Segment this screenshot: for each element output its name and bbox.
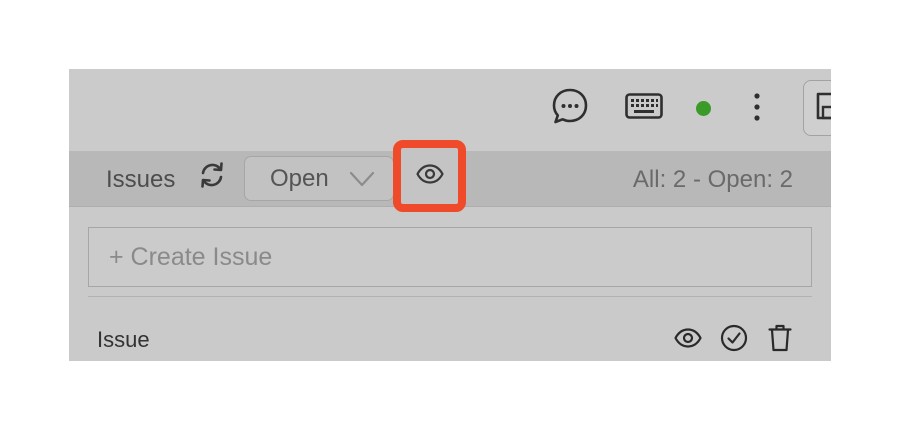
chat-button[interactable] [550, 88, 590, 128]
top-toolbar [69, 69, 831, 151]
save-icon [816, 92, 831, 125]
divider [88, 296, 812, 297]
connection-status-dot [696, 101, 711, 116]
eye-icon [415, 163, 444, 189]
issue-row[interactable]: Issue [69, 315, 831, 361]
keyboard-shortcuts-button[interactable] [624, 90, 664, 126]
chevron-down-icon [349, 171, 375, 192]
issue-counts: All: 2 - Open: 2 [632, 166, 793, 193]
issues-header-bar: Issues Open All: 2 - Open: 2 [69, 140, 831, 212]
more-vertical-icon [754, 92, 760, 126]
refresh-icon [198, 161, 226, 194]
issue-delete-button[interactable] [765, 324, 795, 357]
issue-watch-button[interactable] [673, 325, 703, 355]
issue-title: Issue [97, 327, 150, 352]
status-filter-value: Open [270, 164, 329, 192]
refresh-button[interactable] [197, 161, 227, 194]
create-issue-input[interactable] [88, 227, 812, 287]
issue-resolve-button[interactable] [719, 324, 749, 357]
keyboard-icon [625, 92, 663, 124]
chat-bubble-icon [551, 87, 589, 130]
more-options-button[interactable] [743, 92, 771, 126]
check-circle-icon [720, 324, 748, 357]
trash-icon [768, 324, 792, 357]
issues-title: Issues [106, 166, 176, 193]
eye-icon [674, 327, 702, 353]
issues-panel: Issues Open All: 2 - Open: 2 + Create Is… [69, 69, 831, 361]
status-filter-select[interactable]: Open [244, 156, 394, 201]
save-button[interactable] [803, 80, 831, 136]
watch-toggle-button[interactable] [393, 140, 466, 212]
